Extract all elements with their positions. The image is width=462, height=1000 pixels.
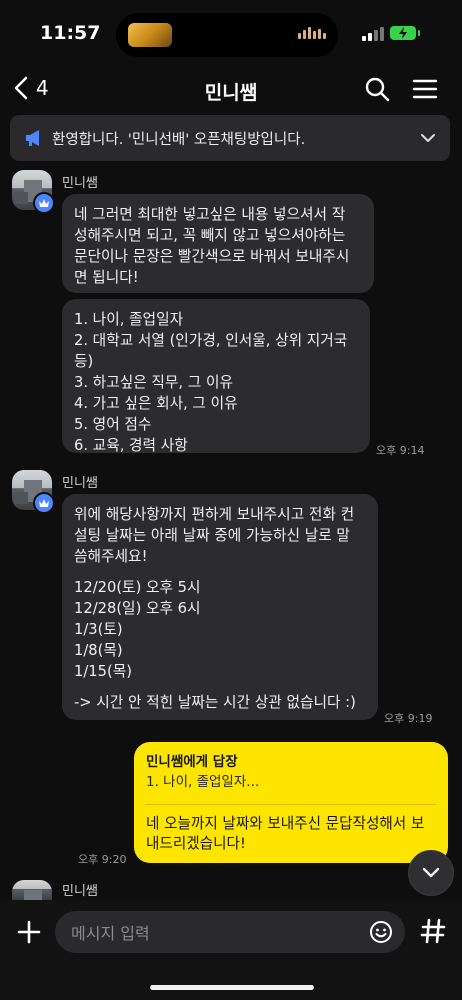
reply-to-label: 민니쌤에게 답장 bbox=[146, 754, 238, 770]
message-bubble[interactable]: 네 그러면 최대한 넣고싶은 내용 넣으셔서 작 성해주시면 되고, 꼭 빼지 … bbox=[62, 194, 374, 293]
dynamic-island bbox=[116, 13, 338, 57]
hamburger-menu-icon bbox=[412, 79, 438, 99]
unread-count: 4 bbox=[36, 76, 49, 100]
emoticon-button[interactable] bbox=[369, 920, 393, 948]
message-line: 5. 영어 점수 bbox=[74, 416, 152, 433]
chevron-left-icon bbox=[14, 76, 28, 100]
message-line: 6. 교육, 경력 사항 bbox=[74, 437, 188, 454]
home-indicator bbox=[150, 985, 314, 990]
search-button[interactable] bbox=[364, 76, 390, 106]
sender-name: 민니쌤 bbox=[62, 176, 98, 191]
crown-badge-icon bbox=[33, 492, 55, 514]
battery-charging-icon bbox=[390, 26, 420, 40]
status-time: 11:57 bbox=[40, 22, 101, 44]
chat-header: 4 민니쌤 bbox=[0, 70, 462, 110]
chat-title: 민니쌤 bbox=[204, 82, 258, 104]
message-line: 3. 하고싶은 직무, 그 이유 bbox=[74, 374, 233, 391]
scroll-to-bottom-button[interactable] bbox=[408, 850, 454, 896]
attach-button[interactable] bbox=[13, 916, 45, 948]
message-line: 2. 대학교 서열 (인가경, 인서울, 상위 지거국 bbox=[74, 332, 348, 349]
notice-text: 환영합니다. '민니선배' 오픈채팅방입니다. bbox=[52, 132, 306, 148]
message-input-field[interactable] bbox=[55, 911, 405, 955]
message-line: 면 됩니다! bbox=[74, 269, 139, 286]
message-input[interactable] bbox=[69, 911, 363, 955]
reply-quote[interactable]: 1. 나이, 졸업일자... bbox=[146, 772, 436, 792]
megaphone-icon bbox=[26, 130, 39, 146]
menu-button[interactable] bbox=[412, 76, 438, 106]
message-line: 12/28(일) 오후 6시 bbox=[74, 600, 201, 617]
search-icon bbox=[365, 77, 390, 102]
chevron-down-icon[interactable] bbox=[420, 130, 436, 146]
hashtag-button[interactable] bbox=[418, 916, 448, 950]
message-bubble[interactable]: 위에 해당사항까지 편하게 보내주시고 전화 컨 설팅 날짜는 아래 날짜 중에… bbox=[62, 494, 378, 720]
message-line: 내드리겠습니다! bbox=[146, 835, 246, 852]
audio-wave-icon bbox=[298, 27, 326, 39]
smiley-icon bbox=[370, 921, 392, 943]
message-line: 1/15(목) bbox=[74, 663, 132, 680]
message-line: 12/20(토) 오후 5시 bbox=[74, 579, 201, 596]
message-line: 씀해주세요! bbox=[74, 548, 148, 565]
crown-badge-icon bbox=[33, 192, 55, 214]
message-line: 네 그러면 최대한 넣고싶은 내용 넣으셔서 작 bbox=[74, 206, 346, 223]
message-line: 네 오늘까지 날짜와 보내주신 문답작성해서 보 bbox=[146, 815, 425, 832]
cellular-signal-icon bbox=[362, 27, 384, 41]
message-line: 1/3(토) bbox=[74, 621, 123, 638]
message-timestamp: 오후 9:20 bbox=[78, 853, 127, 866]
now-playing-artwork bbox=[128, 23, 172, 47]
plus-icon bbox=[17, 920, 41, 944]
avatar[interactable] bbox=[12, 880, 52, 900]
message-line: 문단이나 문장은 빨간색으로 바꿔서 보내주시 bbox=[74, 248, 350, 265]
message-line: 4. 가고 싶은 회사, 그 이유 bbox=[74, 395, 238, 412]
message-line: 설팅 날짜는 아래 날짜 중에 가능하신 날로 말 bbox=[74, 527, 350, 544]
sender-name: 민니쌤 bbox=[62, 884, 98, 899]
message-bubble[interactable]: 1. 나이, 졸업일자 2. 대학교 서열 (인가경, 인서울, 상위 지거국 … bbox=[62, 299, 370, 454]
message-timestamp: 오후 9:19 bbox=[384, 712, 433, 725]
reply-divider bbox=[146, 804, 436, 805]
message-timestamp: 오후 9:14 bbox=[376, 444, 425, 457]
back-button[interactable]: 4 bbox=[14, 76, 49, 100]
message-line: -> 시간 안 적힌 날짜는 시간 상관 없습니다 :) bbox=[74, 694, 356, 711]
message-line: 1. 나이, 졸업일자 bbox=[74, 311, 184, 328]
message-line: 등) bbox=[74, 353, 94, 370]
message-line: 위에 해당사항까지 편하게 보내주시고 전화 컨 bbox=[74, 506, 355, 523]
hashtag-icon bbox=[420, 918, 446, 944]
status-bar: 11:57 bbox=[0, 0, 462, 70]
reply-message-bubble[interactable]: 민니쌤에게 답장 1. 나이, 졸업일자... 네 오늘까지 날짜와 보내주신 … bbox=[134, 742, 448, 863]
message-line: 1/8(목) bbox=[74, 642, 123, 659]
notice-banner[interactable]: 환영합니다. '민니선배' 오픈채팅방입니다. bbox=[10, 115, 450, 161]
message-line: 성해주시면 되고, 꼭 빼지 않고 넣으셔야하는 bbox=[74, 227, 346, 244]
chevron-down-icon bbox=[422, 867, 440, 878]
sender-name: 민니쌤 bbox=[62, 476, 98, 491]
